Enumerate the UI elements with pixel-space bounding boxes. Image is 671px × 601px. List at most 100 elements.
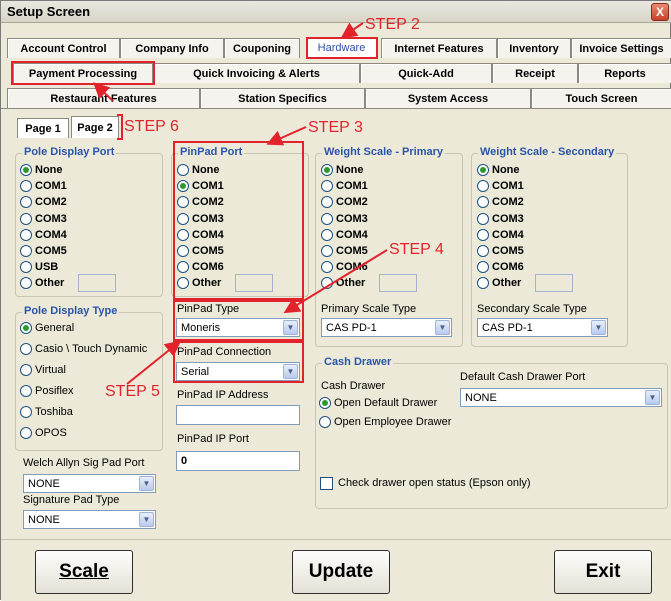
step-4-annotation: STEP 4 (389, 241, 444, 258)
radio-pole-display-type-posiflex[interactable]: Posiflex (20, 384, 74, 398)
tab-account-control[interactable]: Account Control (7, 38, 120, 58)
radio-pinpad-port-com1[interactable]: COM1 (177, 179, 224, 193)
radio-pinpad-port-com4[interactable]: COM4 (177, 228, 224, 242)
radio-pole-display-port-com2[interactable]: COM2 (20, 195, 67, 209)
pinpad-connection-select[interactable]: Serial ▼ (176, 362, 300, 381)
radio-weight-scale-secondary-com3[interactable]: COM3 (477, 212, 524, 226)
radio-weight-scale-secondary-com6[interactable]: COM6 (477, 260, 524, 274)
tab-station-specifics[interactable]: Station Specifics (200, 88, 365, 108)
radio-indicator (321, 196, 333, 209)
pinpad-connection-label: PinPad Connection (177, 346, 272, 358)
update-button[interactable]: Update (292, 550, 390, 594)
tab-system-access[interactable]: System Access (365, 88, 531, 108)
radio-pole-display-port-com1[interactable]: COM1 (20, 179, 67, 193)
radio-pinpad-port-com3[interactable]: COM3 (177, 212, 224, 226)
secondary-scale-type-select[interactable]: CAS PD-1 ▼ (477, 318, 608, 337)
radio-pole-display-type-toshiba[interactable]: Toshiba (20, 405, 73, 419)
button-bar: Scale Update Exit (1, 539, 671, 601)
radio-weight-scale-secondary-com1[interactable]: COM1 (477, 179, 524, 193)
radio-indicator (477, 277, 489, 290)
primary-scale-type-select[interactable]: CAS PD-1 ▼ (321, 318, 452, 337)
radio-weight-scale-primary-com2[interactable]: COM2 (321, 195, 368, 209)
radio-pole-display-port-none[interactable]: None (20, 163, 63, 177)
exit-button[interactable]: Exit (554, 550, 652, 594)
radio-pole-display-type-virtual[interactable]: Virtual (20, 363, 66, 377)
tab-invoice-settings[interactable]: Invoice Settings (571, 38, 671, 58)
pinpad-ip-port-input[interactable]: 0 (176, 451, 300, 471)
radio-pinpad-port-none[interactable]: None (177, 163, 220, 177)
radio-indicator (321, 277, 333, 290)
radio-weight-scale-primary-com3[interactable]: COM3 (321, 212, 368, 226)
radio-weight-scale-primary-other[interactable]: Other (321, 276, 365, 290)
other-port-input[interactable] (78, 274, 116, 293)
tab-quick-invoicing[interactable]: Quick Invoicing & Alerts (153, 63, 360, 83)
tab-payment-processing[interactable]: Payment Processing (13, 63, 153, 83)
other-port-input[interactable] (379, 274, 417, 293)
tab-page-1[interactable]: Page 1 (17, 118, 69, 138)
pinpad-type-select[interactable]: Moneris ▼ (176, 318, 300, 337)
other-port-input[interactable] (535, 274, 573, 293)
welch-allyn-select[interactable]: NONE ▼ (23, 474, 156, 493)
radio-pole-display-port-com3[interactable]: COM3 (20, 212, 67, 226)
signature-pad-type-select[interactable]: NONE ▼ (23, 510, 156, 529)
tab-company-info[interactable]: Company Info (120, 38, 224, 58)
radio-label: COM1 (35, 180, 67, 193)
weight-scale-primary-legend: Weight Scale - Primary (322, 146, 446, 158)
radio-pole-display-type-general[interactable]: General (20, 321, 74, 335)
radio-label: COM4 (336, 228, 368, 241)
tab-hardware-label: Hardware (317, 42, 366, 54)
radio-weight-scale-primary-com6[interactable]: COM6 (321, 260, 368, 274)
radio-indicator (20, 385, 32, 397)
radio-indicator (477, 261, 489, 274)
tab-reports[interactable]: Reports (578, 63, 671, 83)
tab-restaurant-features[interactable]: Restaurant Features (7, 88, 200, 108)
tab-quick-add[interactable]: Quick-Add (360, 63, 492, 83)
radio-label: Toshiba (35, 406, 73, 418)
radio-pole-display-port-other[interactable]: Other (20, 276, 64, 290)
radio-indicator (319, 397, 331, 409)
radio-weight-scale-secondary-none[interactable]: None (477, 163, 520, 177)
radio-pole-display-port-usb[interactable]: USB (20, 260, 58, 274)
radio-open-default-drawer[interactable]: Open Default Drawer (319, 396, 437, 410)
radio-weight-scale-primary-com4[interactable]: COM4 (321, 228, 368, 242)
radio-pinpad-port-com2[interactable]: COM2 (177, 195, 224, 209)
radio-weight-scale-primary-com5[interactable]: COM5 (321, 244, 368, 258)
tab-couponing[interactable]: Couponing (224, 38, 300, 58)
radio-pole-display-type-casio-touch-dynamic[interactable]: Casio \ Touch Dynamic (20, 342, 147, 356)
radio-pinpad-port-com5[interactable]: COM5 (177, 244, 224, 258)
default-cash-drawer-port-select[interactable]: NONE ▼ (460, 388, 662, 407)
primary-scale-type-label: Primary Scale Type (321, 303, 417, 315)
radio-indicator (321, 212, 333, 225)
close-button[interactable]: X (651, 3, 669, 21)
radio-weight-scale-primary-com1[interactable]: COM1 (321, 179, 368, 193)
title-bar: Setup Screen X (1, 1, 671, 23)
tab-internet-features[interactable]: Internet Features (381, 38, 497, 58)
radio-label: Other (492, 277, 522, 290)
scale-button[interactable]: Scale (35, 550, 133, 594)
tab-hardware[interactable]: Hardware (306, 37, 377, 58)
radio-indicator (20, 212, 32, 225)
tab-receipt[interactable]: Receipt (492, 63, 578, 83)
radio-pole-display-port-com4[interactable]: COM4 (20, 228, 67, 242)
chevron-down-icon: ▼ (645, 390, 660, 405)
radio-pole-display-type-opos[interactable]: OPOS (20, 426, 67, 440)
radio-label: COM1 (192, 180, 224, 193)
radio-pinpad-port-other[interactable]: Other (177, 276, 221, 290)
tab-touch-screen[interactable]: Touch Screen (531, 88, 671, 108)
cash-drawer-label: Cash Drawer (321, 380, 386, 392)
pinpad-ip-address-input[interactable] (176, 405, 300, 425)
radio-indicator (177, 228, 189, 241)
radio-weight-scale-secondary-com4[interactable]: COM4 (477, 228, 524, 242)
radio-open-employee-drawer[interactable]: Open Employee Drawer (319, 415, 451, 429)
radio-weight-scale-primary-none[interactable]: None (321, 163, 364, 177)
tab-page-2[interactable]: Page 2 (71, 116, 119, 138)
radio-weight-scale-secondary-other[interactable]: Other (477, 276, 521, 290)
radio-pole-display-port-com5[interactable]: COM5 (20, 244, 67, 258)
tab-inventory[interactable]: Inventory (497, 38, 571, 58)
radio-pinpad-port-com6[interactable]: COM6 (177, 260, 224, 274)
default-cash-drawer-port-label: Default Cash Drawer Port (460, 371, 586, 383)
radio-weight-scale-secondary-com5[interactable]: COM5 (477, 244, 524, 258)
radio-weight-scale-secondary-com2[interactable]: COM2 (477, 195, 524, 209)
check-drawer-status-checkbox[interactable] (320, 477, 333, 490)
other-port-input[interactable] (235, 274, 273, 293)
